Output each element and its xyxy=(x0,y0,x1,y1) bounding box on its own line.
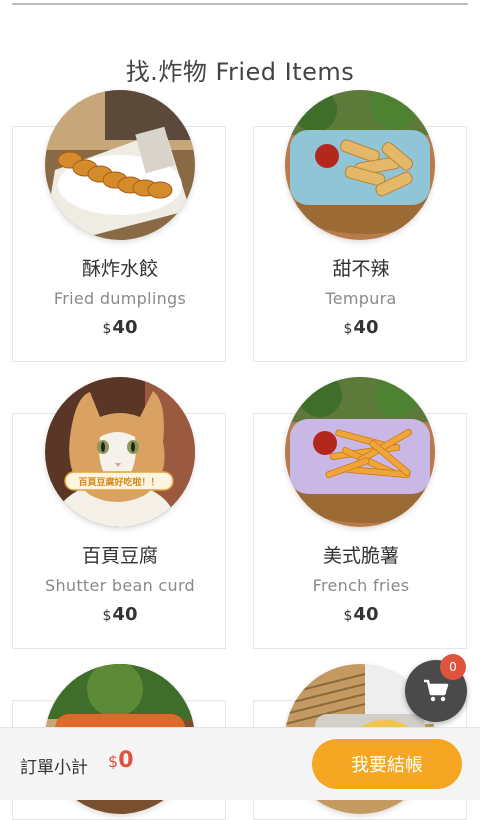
order-bar: 訂單小計 $0 我要結帳 xyxy=(0,727,480,800)
product-name-zh: 酥炸水餃 xyxy=(81,258,158,280)
product-name-en: Shutter bean curd xyxy=(44,576,195,595)
product-name-zh: 百頁豆腐 xyxy=(81,545,158,567)
subtotal-value: $0 xyxy=(108,748,134,773)
product-image-tempura[interactable] xyxy=(285,90,435,240)
subtotal-label: 訂單小計 xyxy=(20,758,88,778)
top-divider xyxy=(12,3,468,5)
svg-text:百頁豆腐好吃啦！！: 百頁豆腐好吃啦！！ xyxy=(78,476,159,488)
product-name-zh: 甜不辣 xyxy=(332,258,390,280)
product-price: $40 xyxy=(343,604,379,625)
product-image-shutter-bean-curd[interactable]: 百頁豆腐好吃啦！！ xyxy=(45,377,195,527)
product-price: $40 xyxy=(102,604,138,625)
product-image-french-fries[interactable] xyxy=(285,377,435,527)
product-name-en: French fries xyxy=(312,576,410,595)
section-title: 找.炸物 Fried Items xyxy=(125,58,355,86)
cart-count-badge: 0 xyxy=(440,654,466,680)
product-name-zh: 美式脆薯 xyxy=(322,545,399,567)
checkout-button[interactable]: 我要結帳 xyxy=(312,739,462,789)
product-price: $40 xyxy=(343,317,379,338)
product-name-en: Fried dumplings xyxy=(53,289,187,308)
product-price: $40 xyxy=(102,317,138,338)
product-name-en: Tempura xyxy=(325,289,397,308)
product-image-fried-dumplings[interactable] xyxy=(45,90,195,240)
shopping-cart-icon xyxy=(424,679,449,702)
